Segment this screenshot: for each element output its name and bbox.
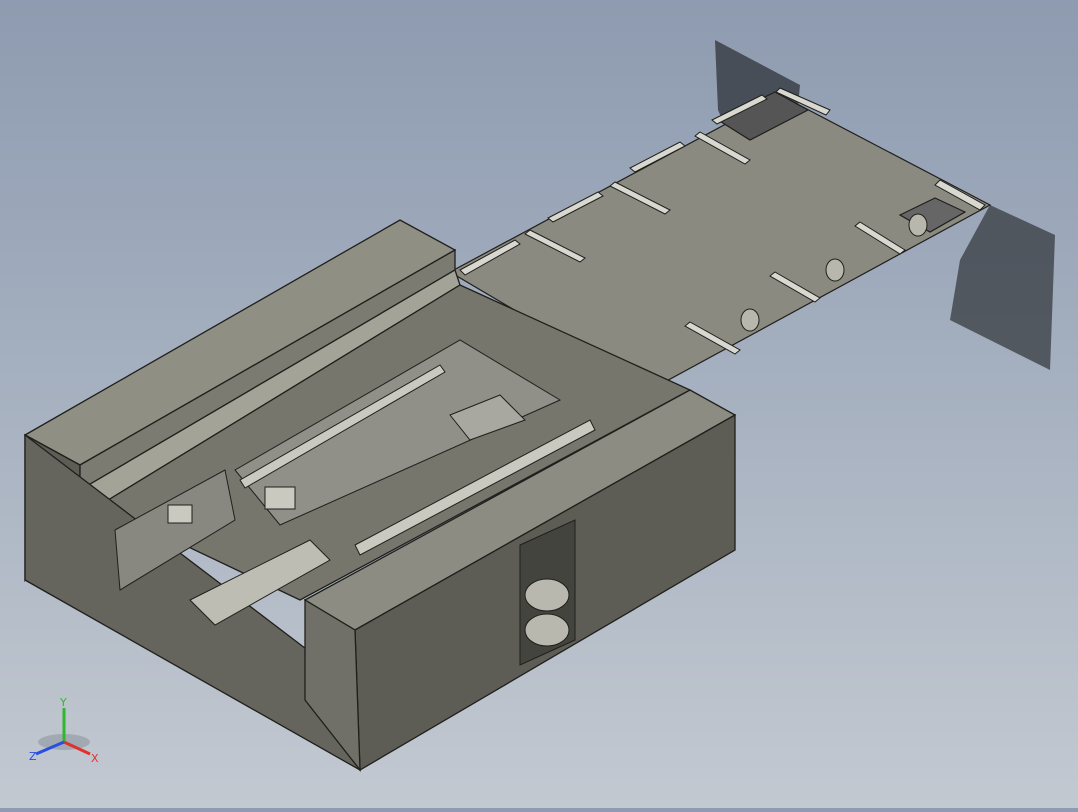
triad-y-label: Y [59, 696, 67, 709]
triad-z-label: Z [29, 750, 37, 763]
orientation-triad: Y X Z [24, 690, 108, 774]
triad-x-label: X [91, 752, 99, 765]
model-canvas[interactable] [0, 0, 1078, 808]
motor-window [519, 519, 576, 666]
cad-viewport[interactable] [0, 0, 1078, 808]
